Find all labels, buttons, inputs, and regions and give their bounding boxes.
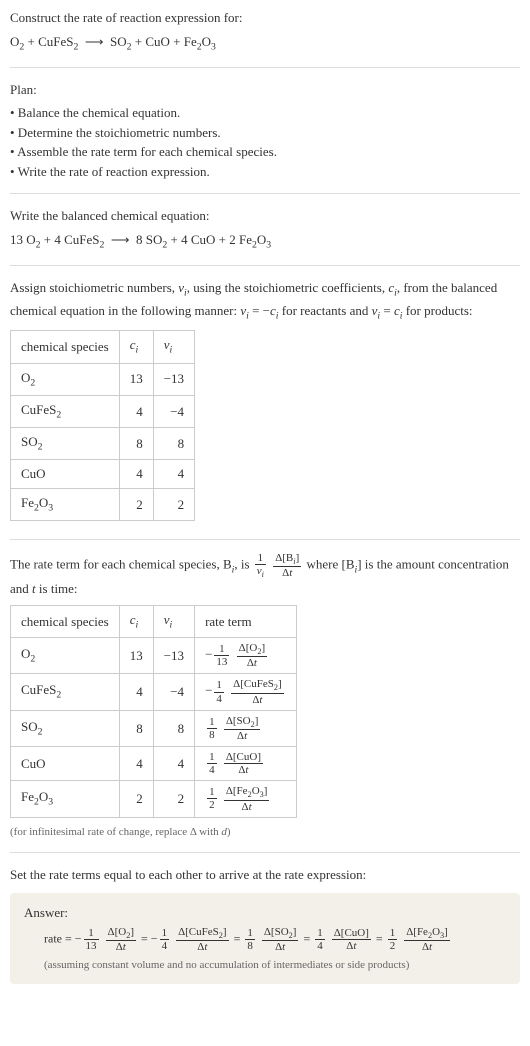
stoich-section: Assign stoichiometric numbers, νi, using… xyxy=(10,278,520,540)
balanced-heading: Write the balanced chemical equation: xyxy=(10,206,520,226)
cell-vi: −13 xyxy=(153,363,194,395)
table-row: CuFeS2 4 −4 −14 Δ[CuFeS2]Δt xyxy=(11,674,297,710)
cell-ci: 4 xyxy=(119,674,153,710)
plan-list: • Balance the chemical equation. • Deter… xyxy=(10,103,520,181)
table-row: Fe2O3 2 2 12 Δ[Fe2O3]Δt xyxy=(11,781,297,817)
cell-vi: 8 xyxy=(153,710,194,746)
col-species: chemical species xyxy=(11,605,120,637)
unbalanced-equation: O2 + CuFeS2 ⟶ SO2 + CuO + Fe2O3 xyxy=(10,32,520,55)
balanced-equation: 13 O2 + 4 CuFeS2 ⟶ 8 SO2 + 4 CuO + 2 Fe2… xyxy=(10,230,520,253)
plan-item: • Write the rate of reaction expression. xyxy=(10,162,520,182)
cell-ci: 4 xyxy=(119,747,153,781)
balanced-section: Write the balanced chemical equation: 13… xyxy=(10,206,520,266)
cell-rate: 12 Δ[Fe2O3]Δt xyxy=(195,781,297,817)
table-row: CuFeS2 4 −4 xyxy=(11,395,195,427)
stoich-table: chemical species ci νi O2 13 −13 CuFeS2 … xyxy=(10,330,195,521)
cell-ci: 4 xyxy=(119,460,153,489)
cell-ci: 4 xyxy=(119,395,153,427)
cell-vi: 4 xyxy=(153,460,194,489)
col-vi: νi xyxy=(153,331,194,363)
cell-rate: 14 Δ[CuO]Δt xyxy=(195,747,297,781)
cell-ci: 2 xyxy=(119,781,153,817)
table-header-row: chemical species ci νi xyxy=(11,331,195,363)
cell-rate: 18 Δ[SO2]Δt xyxy=(195,710,297,746)
col-ci: ci xyxy=(119,331,153,363)
cell-ci: 2 xyxy=(119,488,153,520)
col-rate: rate term xyxy=(195,605,297,637)
rate-terms-intro: The rate term for each chemical species,… xyxy=(10,552,520,599)
cell-vi: −4 xyxy=(153,674,194,710)
cell-vi: −4 xyxy=(153,395,194,427)
cell-ci: 13 xyxy=(119,638,153,674)
cell-species: SO2 xyxy=(11,710,120,746)
cell-species: O2 xyxy=(11,638,120,674)
cell-vi: −13 xyxy=(153,638,194,674)
intro-title: Construct the rate of reaction expressio… xyxy=(10,8,520,28)
cell-species: SO2 xyxy=(11,428,120,460)
rate-expression: rate = −113 Δ[O2]Δt = −14 Δ[CuFeS2]Δt = … xyxy=(24,926,506,953)
cell-species: CuFeS2 xyxy=(11,674,120,710)
answer-label: Answer: xyxy=(24,903,506,923)
cell-species: Fe2O3 xyxy=(11,488,120,520)
rate-footnote: (for infinitesimal rate of change, repla… xyxy=(10,824,520,841)
cell-species: Fe2O3 xyxy=(11,781,120,817)
cell-vi: 8 xyxy=(153,428,194,460)
cell-species: O2 xyxy=(11,363,120,395)
table-row: SO2 8 8 xyxy=(11,428,195,460)
rate-terms-section: The rate term for each chemical species,… xyxy=(10,552,520,853)
cell-rate: −113 Δ[O2]Δt xyxy=(195,638,297,674)
final-heading: Set the rate terms equal to each other t… xyxy=(10,865,520,885)
cell-vi: 4 xyxy=(153,747,194,781)
plan-heading: Plan: xyxy=(10,80,520,100)
cell-rate: −14 Δ[CuFeS2]Δt xyxy=(195,674,297,710)
cell-ci: 8 xyxy=(119,710,153,746)
cell-vi: 2 xyxy=(153,781,194,817)
stoich-intro: Assign stoichiometric numbers, νi, using… xyxy=(10,278,520,324)
final-section: Set the rate terms equal to each other t… xyxy=(10,865,520,984)
plan-item: • Balance the chemical equation. xyxy=(10,103,520,123)
cell-species: CuO xyxy=(11,460,120,489)
cell-species: CuO xyxy=(11,747,120,781)
rate-terms-table: chemical species ci νi rate term O2 13 −… xyxy=(10,605,297,818)
table-row: Fe2O3 2 2 xyxy=(11,488,195,520)
table-row: SO2 8 8 18 Δ[SO2]Δt xyxy=(11,710,297,746)
cell-ci: 8 xyxy=(119,428,153,460)
cell-ci: 13 xyxy=(119,363,153,395)
plan-item: • Assemble the rate term for each chemic… xyxy=(10,142,520,162)
plan-item: • Determine the stoichiometric numbers. xyxy=(10,123,520,143)
cell-vi: 2 xyxy=(153,488,194,520)
assumption-note: (assuming constant volume and no accumul… xyxy=(24,957,506,974)
table-header-row: chemical species ci νi rate term xyxy=(11,605,297,637)
plan-section: Plan: • Balance the chemical equation. •… xyxy=(10,80,520,195)
answer-box: Answer: rate = −113 Δ[O2]Δt = −14 Δ[CuFe… xyxy=(10,893,520,984)
table-row: CuO 4 4 14 Δ[CuO]Δt xyxy=(11,747,297,781)
table-row: O2 13 −13 xyxy=(11,363,195,395)
col-ci: ci xyxy=(119,605,153,637)
col-vi: νi xyxy=(153,605,194,637)
table-row: O2 13 −13 −113 Δ[O2]Δt xyxy=(11,638,297,674)
intro-section: Construct the rate of reaction expressio… xyxy=(10,8,520,68)
cell-species: CuFeS2 xyxy=(11,395,120,427)
table-row: CuO 4 4 xyxy=(11,460,195,489)
col-species: chemical species xyxy=(11,331,120,363)
